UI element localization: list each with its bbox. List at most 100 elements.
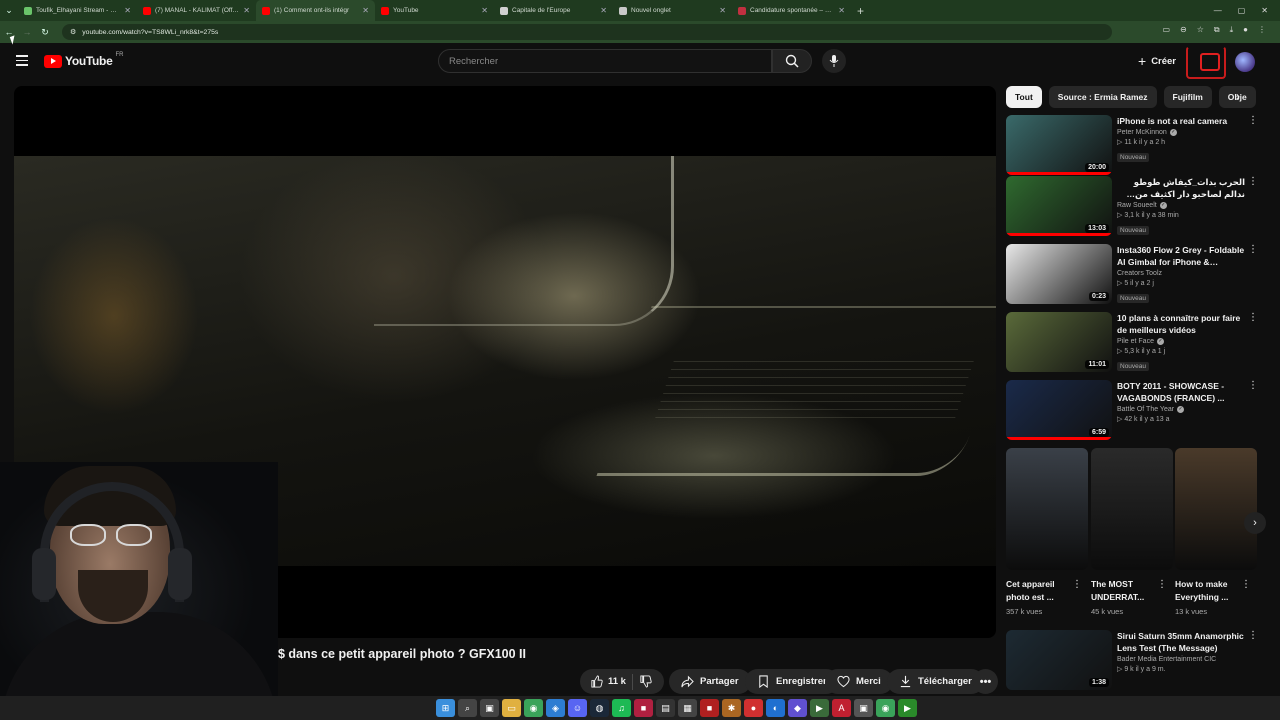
search-icon[interactable]: ⌕ (458, 699, 477, 717)
channel-name[interactable]: Raw Soueelt ✓ (1117, 202, 1245, 209)
voice-search-button[interactable] (822, 49, 846, 73)
browser-tab[interactable]: (7) MANAL - KALIMAT (Official ✕ (137, 0, 256, 21)
browser-tab[interactable]: Capitale de l'Europe ✕ (494, 0, 613, 21)
more-options-icon[interactable]: ⋮ (1248, 380, 1258, 391)
app-icon[interactable]: ▤ (656, 699, 675, 717)
browser-tab[interactable]: YouTube ✕ (375, 0, 494, 21)
app-icon[interactable]: ▦ (678, 699, 697, 717)
task-view-icon[interactable]: ▣ (480, 699, 499, 717)
site-info-icon[interactable]: ⚙ (70, 28, 76, 36)
channel-name[interactable]: Battle Of The Year ✓ (1117, 406, 1245, 413)
channel-name[interactable]: Bader Media Entertainment CIC (1117, 656, 1245, 663)
tab-close-icon[interactable]: ✕ (243, 6, 250, 15)
video-thumbnail[interactable]: 13:03 (1006, 176, 1112, 236)
more-options-icon[interactable]: ⋮ (1248, 115, 1258, 126)
filter-chip[interactable]: Tout (1006, 86, 1042, 108)
tab-close-icon[interactable]: ✕ (362, 6, 369, 15)
new-tab-button[interactable]: + (857, 4, 864, 18)
forward-button[interactable]: → (18, 27, 36, 37)
browser-tab[interactable]: (1) Comment ont-ils intégr ✕ (256, 0, 375, 21)
menu-hamburger-icon[interactable] (16, 55, 28, 69)
reload-button[interactable]: ↻ (36, 27, 54, 38)
app-icon[interactable]: A (832, 699, 851, 717)
app-icon[interactable]: ▣ (854, 699, 873, 717)
more-options-icon[interactable]: ⋮ (1248, 630, 1258, 641)
account-avatar[interactable] (1235, 52, 1255, 72)
app-icon[interactable]: ▶ (810, 699, 829, 717)
more-options-icon[interactable]: ⋮ (1248, 312, 1258, 323)
short-card[interactable]: How to make Everything ... 13 k vues ⋮ (1175, 448, 1257, 616)
tab-close-icon[interactable]: ✕ (124, 6, 131, 15)
sidebar-video-item[interactable]: 1:38 Sirui Saturn 35mm Anamorphic Lens Te… (1006, 630, 1258, 692)
browser-tab[interactable]: Toufik_Elhayani Stream - Watch ✕ (18, 0, 137, 21)
shorts-next-button[interactable]: › (1244, 512, 1266, 534)
thanks-button[interactable]: Merci (825, 669, 893, 694)
notifications-icon[interactable] (1200, 53, 1220, 71)
app-icon[interactable]: ✱ (722, 699, 741, 717)
app-icon[interactable]: ◐ (766, 699, 785, 717)
close-window-button[interactable]: ✕ (1261, 6, 1268, 15)
extensions-icon[interactable]: ⧉ (1214, 25, 1220, 35)
search-input[interactable]: Rechercher (438, 49, 772, 73)
tab-close-icon[interactable]: ✕ (719, 6, 726, 15)
more-options-icon[interactable]: ⋮ (1248, 176, 1258, 187)
app-icon[interactable]: ◆ (788, 699, 807, 717)
short-thumbnail[interactable] (1091, 448, 1173, 570)
filter-chip[interactable]: Source : Ermia Ramez (1048, 86, 1157, 108)
short-thumbnail[interactable] (1006, 448, 1088, 570)
video-thumbnail[interactable]: 20:00 (1006, 115, 1112, 175)
maximize-button[interactable]: ▢ (1238, 6, 1246, 15)
chrome-icon[interactable]: ◉ (876, 699, 895, 717)
profile-icon[interactable]: ● (1243, 25, 1248, 35)
spotify-icon[interactable]: ♫ (612, 699, 631, 717)
bookmark-star-icon[interactable]: ☆ (1197, 25, 1204, 35)
create-button[interactable]: + Créer (1138, 53, 1176, 69)
tab-close-icon[interactable]: ✕ (481, 6, 488, 15)
file-explorer-icon[interactable]: ▭ (502, 699, 521, 717)
sidebar-video-item[interactable]: 13:03 الحرب بدات_كيفاش طوطو ندالم لصاحبو … (1006, 176, 1258, 238)
more-options-icon[interactable]: ⋮ (1241, 579, 1251, 590)
sidebar-video-item[interactable]: 11:01 10 plans à connaître pour faire de … (1006, 312, 1258, 374)
sidebar-video-item[interactable]: 20:00 iPhone is not a real camera Peter Mc… (1006, 115, 1258, 177)
more-actions-button[interactable]: ••• (973, 669, 998, 694)
channel-name[interactable]: Pile et Face ✓ (1117, 338, 1245, 345)
download-icon[interactable]: ⤓ (1230, 25, 1234, 35)
download-button[interactable]: Télécharger (887, 669, 984, 694)
channel-name[interactable]: Creators Toolz (1117, 270, 1245, 277)
video-thumbnail[interactable]: 0:23 (1006, 244, 1112, 304)
video-thumbnail[interactable]: 1:38 (1006, 630, 1112, 690)
steam-icon[interactable]: ◍ (590, 699, 609, 717)
youtube-logo[interactable]: YouTube FR (44, 52, 123, 68)
short-card[interactable]: Cet appareil photo est ... 357 k vues ⋮ (1006, 448, 1088, 616)
address-bar[interactable]: ⚙ youtube.com/watch?v=TS8WLi_nrk8&t=275s (62, 24, 1112, 40)
menu-icon[interactable]: ⋮ (1258, 25, 1266, 35)
app-icon[interactable]: ● (744, 699, 763, 717)
more-options-icon[interactable]: ⋮ (1248, 244, 1258, 255)
minimize-button[interactable]: — (1214, 6, 1222, 15)
vscode-icon[interactable]: ◈ (546, 699, 565, 717)
sidebar-video-item[interactable]: 0:23 Insta360 Flow 2 Grey - Foldable AI G… (1006, 244, 1258, 306)
discord-icon[interactable]: ☺ (568, 699, 587, 717)
thumbs-down-icon[interactable] (639, 675, 652, 688)
app-icon[interactable]: ▶ (898, 699, 917, 717)
sidebar-video-item[interactable]: 6:59 BOTY 2011 - SHOWCASE - VAGABONDS (FR… (1006, 380, 1258, 442)
tab-close-icon[interactable]: ✕ (838, 6, 845, 15)
video-thumbnail[interactable]: 11:01 (1006, 312, 1112, 372)
share-button[interactable]: Partager (669, 669, 751, 694)
short-thumbnail[interactable] (1175, 448, 1257, 570)
browser-tab[interactable]: Nouvel onglet ✕ (613, 0, 732, 21)
windows-start-icon[interactable]: ⊞ (436, 699, 455, 717)
search-button[interactable] (772, 49, 812, 73)
cast-icon[interactable]: ▭ (1162, 25, 1170, 35)
more-options-icon[interactable]: ⋮ (1157, 579, 1167, 590)
app-icon[interactable]: ■ (634, 699, 653, 717)
filter-chip[interactable]: Fujifilm (1163, 86, 1212, 108)
chips-next-icon[interactable]: › (1236, 89, 1240, 103)
zoom-icon[interactable]: ⊖ (1180, 25, 1187, 35)
like-button[interactable]: 11 k (590, 675, 626, 688)
browser-tab[interactable]: Candidature spontanée – Réalis ✕ (732, 0, 851, 21)
chrome-icon[interactable]: ◉ (524, 699, 543, 717)
short-card[interactable]: The MOST UNDERRAT... 45 k vues ⋮ (1091, 448, 1173, 616)
app-icon[interactable]: ■ (700, 699, 719, 717)
channel-name[interactable]: Peter McKinnon ✓ (1117, 129, 1245, 136)
